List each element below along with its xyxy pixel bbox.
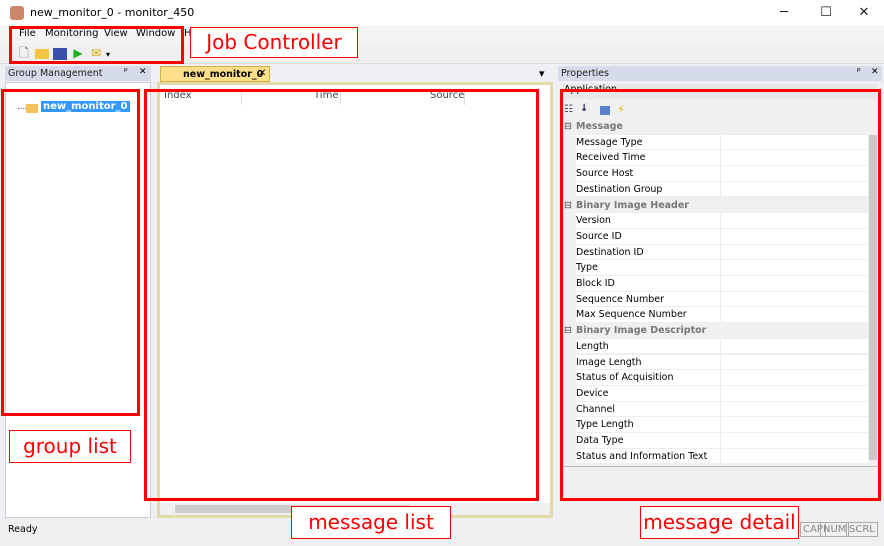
message-detail-highlight bbox=[560, 89, 881, 501]
status-text: Ready bbox=[8, 524, 38, 535]
window-title: new_monitor_0 - monitor_450 bbox=[30, 6, 195, 19]
tab-list-dropdown[interactable]: ▾ bbox=[539, 67, 545, 80]
minimize-button[interactable]: ─ bbox=[764, 2, 804, 24]
group-list-label: group list bbox=[9, 430, 131, 463]
scrl-indicator: SCRL bbox=[846, 522, 878, 537]
close-icon[interactable]: ✕ bbox=[139, 67, 147, 77]
group-panel-header: Group Management bbox=[5, 66, 151, 81]
properties-title: Properties bbox=[561, 68, 610, 79]
tab-label: new_monitor_0 bbox=[183, 69, 264, 80]
maximize-button[interactable]: ☐ bbox=[806, 2, 846, 24]
tab-close-icon[interactable]: ✕ bbox=[258, 68, 266, 79]
close-button[interactable]: ✕ bbox=[844, 2, 884, 24]
close-icon[interactable]: ✕ bbox=[871, 67, 879, 77]
message-list-label: message list bbox=[291, 506, 451, 539]
tab-new-monitor[interactable]: new_monitor_0 bbox=[160, 66, 270, 82]
group-list-highlight bbox=[1, 89, 140, 416]
app-icon bbox=[10, 6, 24, 20]
job-controller-label: Job Controller bbox=[190, 27, 358, 58]
pin-icon[interactable]: ᵖ bbox=[124, 67, 128, 77]
job-controller-highlight bbox=[9, 26, 184, 64]
pin-icon[interactable]: ᵖ bbox=[857, 67, 861, 77]
group-panel-title: Group Management bbox=[8, 68, 103, 79]
message-detail-label: message detail bbox=[640, 506, 799, 539]
properties-header: Properties bbox=[558, 66, 882, 81]
message-list-highlight bbox=[144, 89, 539, 501]
